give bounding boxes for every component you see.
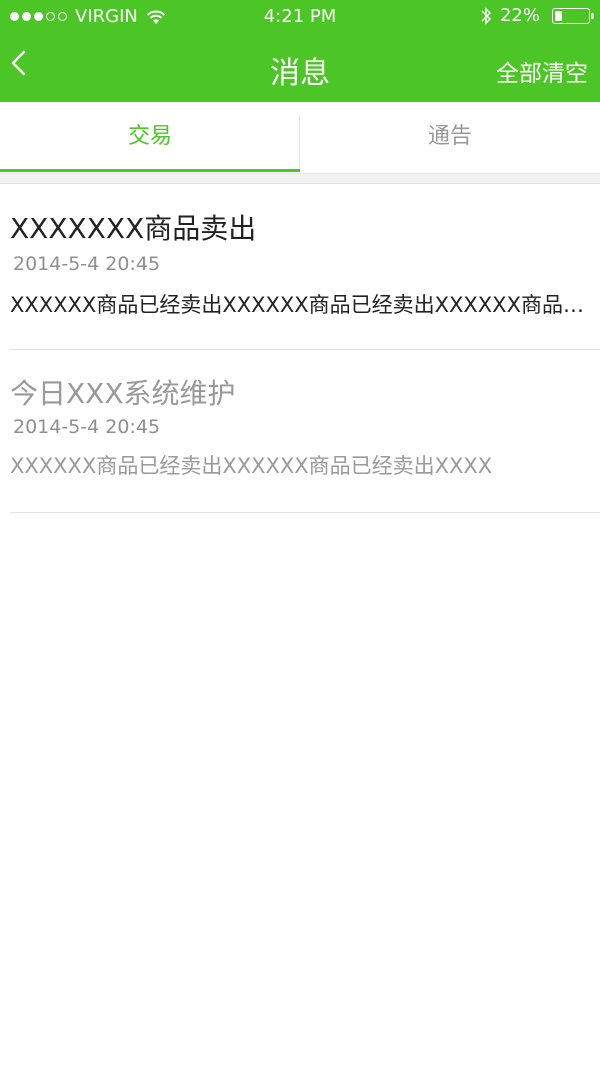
tab-notice[interactable]: 通告 [300, 102, 600, 174]
battery-icon [552, 7, 594, 24]
message-item[interactable]: 今日XXX系统维护 2014-5-4 20:45 XXXXXX商品已经卖出XXX… [0, 350, 600, 513]
message-title: XXXXXXX商品卖出 [10, 212, 257, 245]
message-date: 2014-5-4 20:45 [13, 416, 161, 438]
message-body: XXXXXX商品已经卖出XXXXXX商品已经卖出XXXX [10, 454, 493, 478]
active-tab-indicator [0, 169, 300, 172]
battery-percent: 22% [499, 5, 540, 26]
tab-trade[interactable]: 交易 [0, 102, 300, 174]
message-date: 2014-5-4 20:45 [13, 253, 161, 275]
section-divider [0, 174, 600, 184]
header: VIRGIN 4:21 PM 22% 消息 全部清空 [0, 0, 600, 102]
tab-bar: 交易 通告 [0, 102, 600, 174]
status-bar: VIRGIN 4:21 PM 22% [0, 0, 600, 34]
message-body: XXXXXX商品已经卖出XXXXXX商品已经卖出XXXXXX商品已经卖出 [10, 293, 585, 317]
clear-all-button[interactable]: 全部清空 [496, 54, 588, 88]
message-title: 今日XXX系统维护 [10, 377, 236, 410]
navigation-bar: 消息 全部清空 [0, 34, 600, 102]
status-right: 22% [480, 5, 594, 26]
message-item[interactable]: XXXXXXX商品卖出 2014-5-4 20:45 XXXXXX商品已经卖出X… [0, 185, 600, 350]
list-separator [10, 512, 600, 513]
bluetooth-icon [481, 6, 492, 25]
